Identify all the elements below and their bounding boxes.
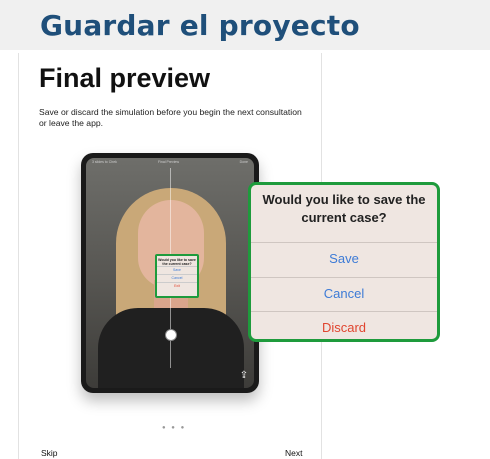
mini-discard-button[interactable]: Exit	[157, 282, 197, 290]
mini-save-button[interactable]: Save	[157, 266, 197, 274]
share-icon[interactable]: ⇪	[239, 370, 249, 382]
mini-cancel-button[interactable]: Cancel	[157, 274, 197, 282]
cancel-button[interactable]: Cancel	[251, 277, 437, 310]
save-button[interactable]: Save	[251, 242, 437, 275]
page-title: Final preview	[39, 63, 211, 93]
dialog-question: Would you like to save the current case?	[262, 192, 426, 225]
tablet-back-label[interactable]: 3 slides to Chek	[92, 160, 117, 164]
tablet-preview: 3 slides to Chek Final Preview Done ⇪ Wo…	[81, 153, 259, 393]
drag-handle-icon[interactable]	[165, 329, 177, 341]
header-bar: Guardar el proyecto	[0, 0, 490, 50]
tablet-done-label[interactable]: Done	[240, 160, 248, 164]
tablet-top-bar: 3 slides to Chek Final Preview Done	[86, 158, 254, 167]
header-title: Guardar el proyecto	[40, 9, 360, 42]
skip-button[interactable]: Skip	[41, 448, 58, 458]
next-button[interactable]: Next	[285, 448, 302, 458]
page-indicator: ● ● ●	[162, 425, 187, 431]
photo-shirt	[98, 308, 244, 388]
page-description: Save or discard the simulation before yo…	[39, 107, 302, 128]
mini-dialog-question: Would you like to save the current case?	[158, 258, 196, 266]
tablet-title-label: Final Preview	[158, 160, 180, 164]
tablet-screen: 3 slides to Chek Final Preview Done ⇪ Wo…	[86, 158, 254, 388]
mini-save-dialog: Would you like to save the current case?…	[155, 254, 199, 298]
discard-button[interactable]: Discard	[251, 311, 437, 339]
save-case-dialog: Would you like to save the current case?…	[248, 182, 440, 342]
